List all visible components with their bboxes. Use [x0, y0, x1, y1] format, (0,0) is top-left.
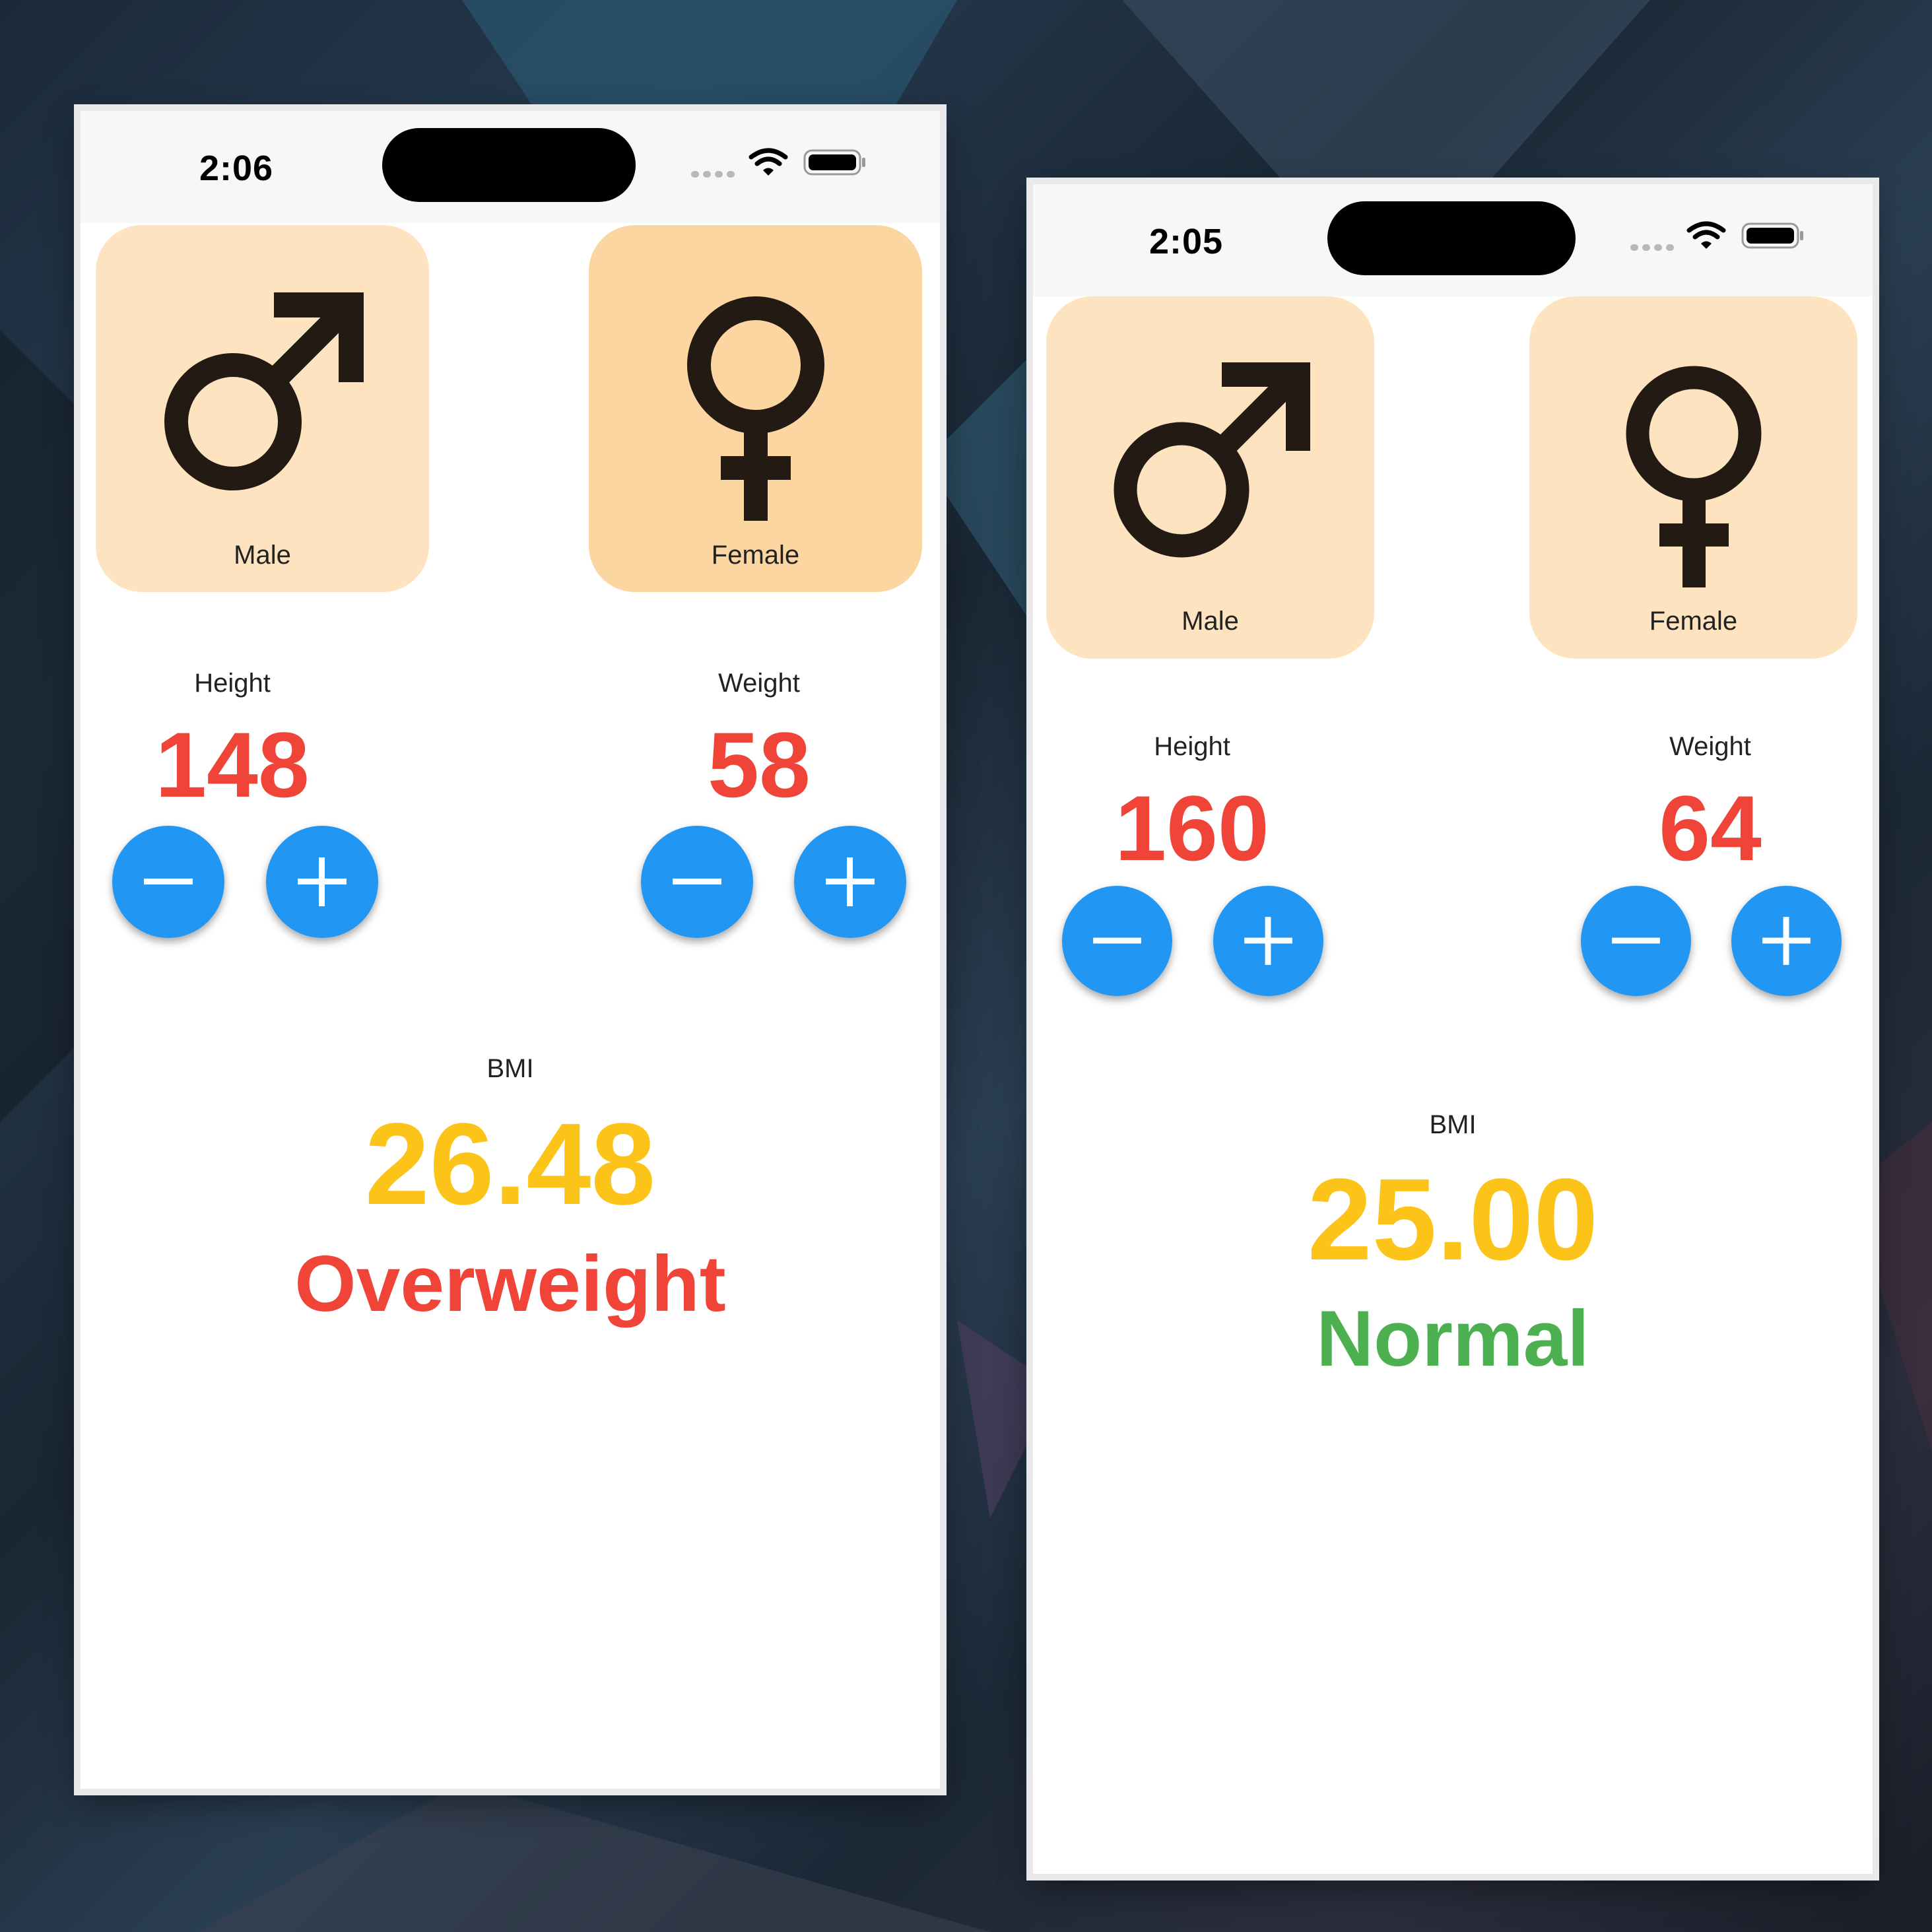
bmi-category: Overweight — [294, 1240, 726, 1328]
height-value: 148 — [155, 713, 310, 816]
dynamic-island — [382, 128, 636, 202]
height-label: Height — [194, 669, 271, 698]
phone-screen-2: 2:05 Male Female Height 160 Weight 64 BM… — [1033, 184, 1873, 1874]
height-label: Height — [1154, 732, 1230, 761]
height-value: 160 — [1115, 776, 1269, 880]
height-increment-button[interactable] — [266, 826, 378, 938]
male-symbol-icon — [1114, 362, 1310, 558]
gender-label-male: Male — [234, 541, 291, 570]
minus-icon — [1612, 937, 1660, 944]
weight-decrement-button[interactable] — [641, 826, 753, 938]
male-symbol-icon — [164, 292, 364, 490]
minus-icon — [1093, 937, 1141, 944]
female-symbol-icon — [687, 296, 824, 521]
wifi-icon — [1686, 221, 1726, 249]
battery-icon — [1741, 222, 1803, 249]
weight-value: 64 — [1659, 776, 1762, 880]
weight-label: Weight — [718, 669, 800, 698]
bmi-category: Normal — [1316, 1294, 1589, 1383]
status-time: 2:05 — [1149, 222, 1224, 261]
plus-icon — [1762, 917, 1811, 965]
weight-value: 58 — [708, 713, 811, 816]
gender-card-male[interactable]: Male — [1046, 296, 1374, 659]
weight-decrement-button[interactable] — [1581, 886, 1691, 996]
gender-card-female[interactable]: Female — [589, 225, 922, 592]
status-time: 2:06 — [199, 149, 274, 188]
gender-label-female: Female — [1649, 607, 1738, 636]
minus-icon — [673, 879, 721, 884]
height-decrement-button[interactable] — [1062, 886, 1172, 996]
weight-label: Weight — [1669, 732, 1751, 761]
phone-screen-1: 2:06 Male Female Height 148 Weight 58 BM… — [81, 111, 940, 1789]
height-increment-button[interactable] — [1213, 886, 1323, 996]
female-symbol-icon — [1626, 366, 1762, 587]
wifi-icon — [749, 148, 788, 176]
cellular-signal-icon — [691, 169, 739, 178]
status-bar: 2:05 — [1033, 184, 1873, 296]
bmi-value: 25.00 — [1307, 1155, 1599, 1284]
cellular-signal-icon — [1630, 242, 1678, 251]
plus-icon — [298, 857, 347, 906]
gender-label-male: Male — [1182, 607, 1239, 636]
status-bar: 2:06 — [81, 111, 940, 223]
gender-card-female[interactable]: Female — [1529, 296, 1857, 659]
plus-icon — [826, 857, 875, 906]
dynamic-island — [1327, 201, 1576, 275]
weight-increment-button[interactable] — [1731, 886, 1842, 996]
bmi-label: BMI — [1429, 1110, 1477, 1139]
plus-icon — [1244, 917, 1292, 965]
bmi-value: 26.48 — [364, 1100, 656, 1229]
bmi-label: BMI — [486, 1054, 534, 1083]
minus-icon — [144, 879, 193, 884]
height-decrement-button[interactable] — [112, 826, 224, 938]
weight-increment-button[interactable] — [794, 826, 906, 938]
gender-card-male[interactable]: Male — [96, 225, 429, 592]
battery-icon — [803, 149, 865, 176]
gender-label-female: Female — [711, 541, 800, 570]
